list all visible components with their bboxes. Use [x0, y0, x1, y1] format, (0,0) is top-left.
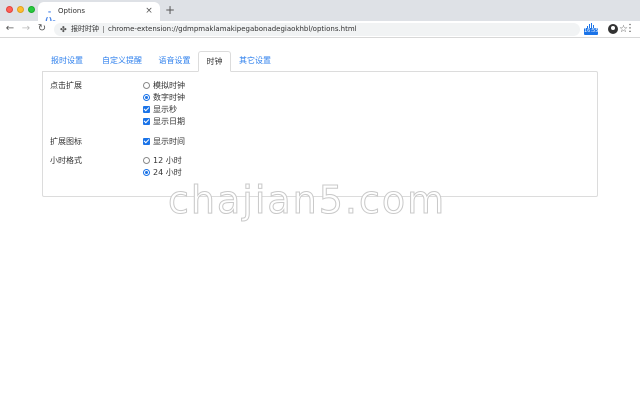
- digital-clock-radio[interactable]: [143, 94, 150, 101]
- hour-format-label: 小时格式: [50, 156, 82, 165]
- tab-voice-settings[interactable]: 语音设置: [152, 51, 197, 72]
- tab-favicon-icon: -()-: [45, 7, 56, 25]
- account-circle-icon[interactable]: [608, 24, 618, 34]
- analog-clock-radio[interactable]: [143, 82, 150, 89]
- option-label: 模拟时钟: [153, 81, 185, 90]
- option-label: 显示日期: [153, 117, 185, 126]
- tab-other-settings[interactable]: 其它设置: [232, 51, 278, 72]
- arrow-right-icon[interactable]: →: [20, 23, 32, 35]
- tab-close-button[interactable]: ×: [144, 6, 154, 16]
- zoom-window-button[interactable]: [28, 6, 35, 13]
- option-label: 显示时间: [153, 137, 185, 146]
- option-label: 24 小时: [153, 168, 182, 177]
- option-label: 12 小时: [153, 156, 182, 165]
- origin-label: 报时时钟: [71, 25, 99, 33]
- close-window-button[interactable]: [6, 6, 13, 13]
- minimize-window-button[interactable]: [17, 6, 24, 13]
- 12-hour-radio[interactable]: [143, 157, 150, 164]
- extension-puzzle-icon[interactable]: ✤: [60, 24, 67, 35]
- more-vertical-icon[interactable]: ⋮: [625, 22, 635, 35]
- tab-custom-reminders[interactable]: 自定义提醒: [92, 51, 152, 72]
- option-label: 显示秒: [153, 105, 177, 114]
- watermark: chajian5.com: [167, 178, 447, 223]
- tab-title: Options: [58, 7, 86, 15]
- show-date-checkbox[interactable]: [143, 118, 150, 125]
- 24-hour-radio[interactable]: [143, 169, 150, 176]
- browser-titlebar: -()- Options × +: [0, 0, 640, 25]
- reload-icon[interactable]: ↻: [36, 23, 48, 35]
- tab-clock[interactable]: 时钟: [198, 51, 231, 72]
- clock-extension-button[interactable]: 16:55: [584, 23, 598, 35]
- extension-time-badge: 16:55: [584, 28, 599, 35]
- new-tab-button[interactable]: +: [164, 4, 176, 16]
- show-time-checkbox[interactable]: [143, 138, 150, 145]
- tab-report-settings[interactable]: 报时设置: [42, 51, 92, 72]
- url-text[interactable]: chrome-extension://gdmpmaklamakipegabona…: [108, 24, 357, 35]
- browser-tab[interactable]: -()- Options ×: [38, 2, 160, 25]
- browser-toolbar: ← → ↻ ✤ 报时时钟 chrome-extension://gdmpmakl…: [0, 21, 640, 38]
- click-extension-label: 点击扩展: [50, 81, 82, 90]
- option-label: 数字时钟: [153, 93, 185, 102]
- arrow-left-icon[interactable]: ←: [4, 23, 16, 35]
- address-bar[interactable]: ✤ 报时时钟 chrome-extension://gdmpmaklamakip…: [54, 23, 628, 36]
- origin-divider: [103, 26, 104, 33]
- show-seconds-checkbox[interactable]: [143, 106, 150, 113]
- extension-icon-label: 扩展图标: [50, 137, 82, 146]
